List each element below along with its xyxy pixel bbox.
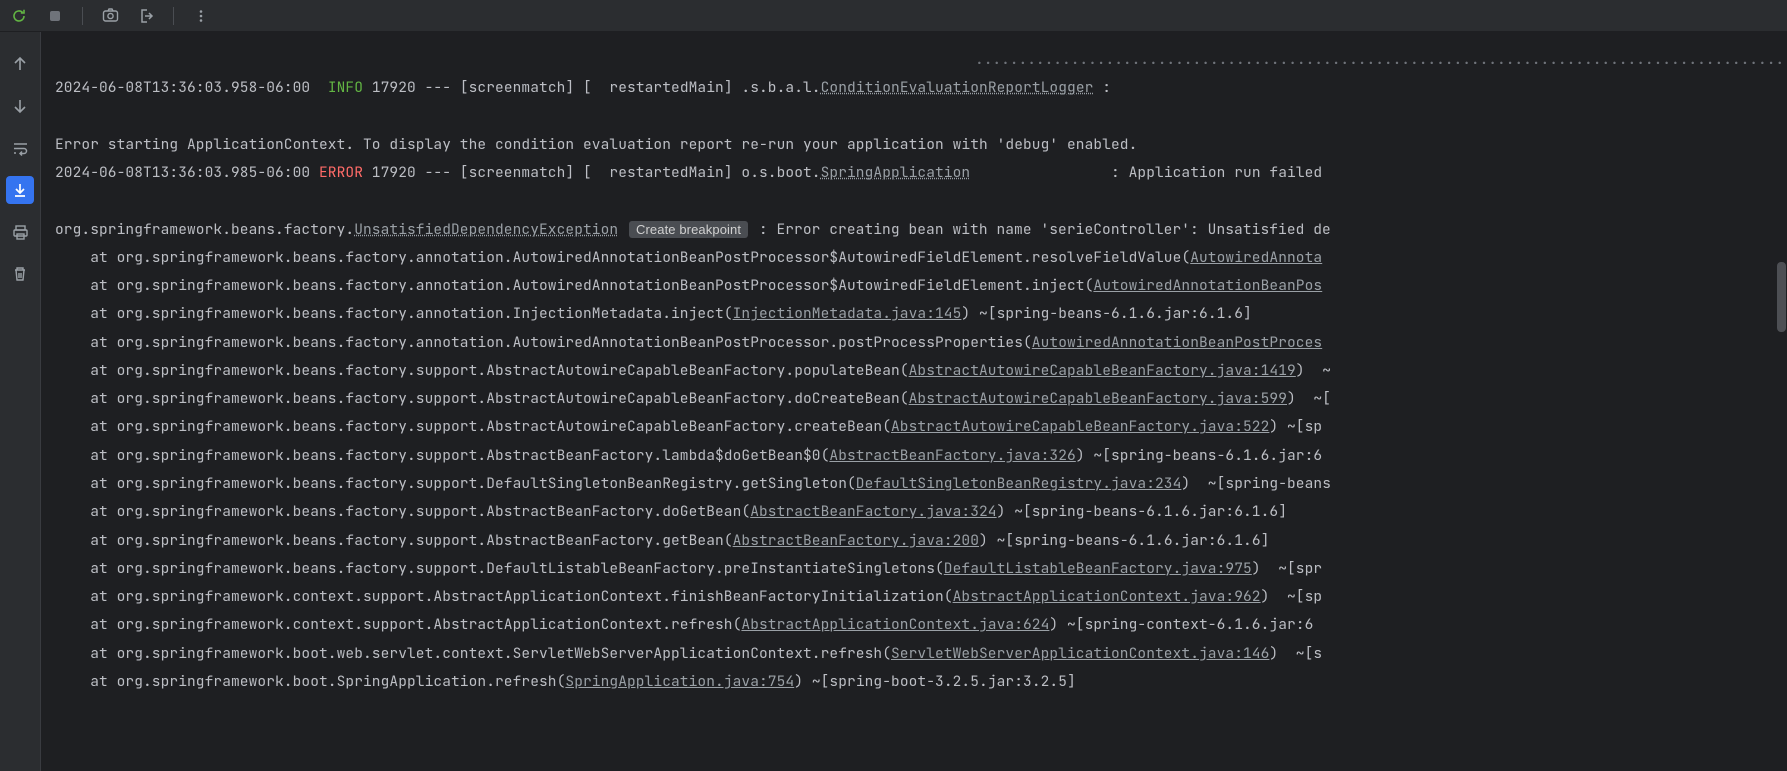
stack-frame: at org.springframework.beans.factory.sup… [55, 527, 1787, 555]
error-summary: Error starting ApplicationContext. To di… [55, 131, 1787, 159]
source-link[interactable]: AbstractBeanFactory.java:200 [733, 531, 979, 550]
create-breakpoint-button[interactable]: Create breakpoint [629, 221, 748, 238]
main-area: ........................................… [0, 32, 1787, 771]
up-stack-button[interactable] [6, 50, 34, 78]
print-button[interactable] [6, 218, 34, 246]
stack-frame: at org.springframework.beans.factory.ann… [55, 272, 1787, 300]
source-link[interactable]: AutowiredAnnota [1190, 248, 1322, 267]
rerun-icon [11, 8, 27, 24]
camera-icon [102, 7, 119, 24]
log-line: 2024-06-08T13:36:03.985-06:00 ERROR 1792… [55, 159, 1787, 187]
log-line: 2024-06-08T13:36:03.958-06:00 INFO 17920… [55, 74, 1787, 102]
stack-frame: at org.springframework.beans.factory.ann… [55, 244, 1787, 272]
console-gutter [0, 32, 40, 771]
stack-frame: at org.springframework.context.support.A… [55, 583, 1787, 611]
console-output[interactable]: ........................................… [41, 32, 1787, 710]
stack-frame: at org.springframework.beans.factory.ann… [55, 329, 1787, 357]
console-wrap: ........................................… [40, 32, 1787, 771]
exit-button[interactable] [135, 5, 157, 27]
toolbar-divider [82, 7, 83, 25]
source-link[interactable]: AbstractAutowireCapableBeanFactory.java:… [909, 389, 1287, 408]
source-link[interactable]: AbstractApplicationContext.java:962 [953, 587, 1261, 606]
logger-link[interactable]: ConditionEvaluationReportLogger [821, 78, 1094, 97]
down-stack-button[interactable] [6, 92, 34, 120]
arrow-up-icon [12, 56, 28, 72]
stack-frame: at org.springframework.beans.factory.sup… [55, 470, 1787, 498]
stack-frame: at org.springframework.context.support.A… [55, 611, 1787, 639]
trash-icon [12, 266, 28, 282]
source-link[interactable]: AbstractBeanFactory.java:324 [750, 502, 996, 521]
source-link[interactable]: AbstractAutowireCapableBeanFactory.java:… [909, 361, 1296, 380]
wrap-icon [12, 140, 29, 157]
toolbar-divider [173, 7, 174, 25]
source-link[interactable]: DefaultSingletonBeanRegistry.java:234 [856, 474, 1182, 493]
clear-button[interactable] [6, 260, 34, 288]
stack-frame: at org.springframework.beans.factory.sup… [55, 413, 1787, 441]
log-level-info: INFO [328, 78, 363, 97]
log-level-error: ERROR [319, 163, 363, 182]
console-toolbar [0, 0, 1787, 32]
scroll-to-end-button[interactable] [6, 176, 34, 204]
camera-button[interactable] [99, 5, 121, 27]
source-link[interactable]: AbstractBeanFactory.java:326 [829, 446, 1075, 465]
stack-frame: at org.springframework.beans.factory.sup… [55, 498, 1787, 526]
stack-frame: at org.springframework.beans.factory.sup… [55, 357, 1787, 385]
source-link[interactable]: AbstractAutowireCapableBeanFactory.java:… [891, 417, 1269, 436]
exception-line: org.springframework.beans.factory.Unsati… [55, 216, 1787, 244]
more-vertical-icon [194, 9, 208, 23]
exception-name-link[interactable]: UnsatisfiedDependencyException [354, 220, 618, 239]
stack-frame: at org.springframework.boot.web.servlet.… [55, 640, 1787, 668]
more-button[interactable] [190, 5, 212, 27]
stop-icon [48, 9, 62, 23]
source-link[interactable]: ServletWebServerApplicationContext.java:… [891, 644, 1269, 663]
source-link[interactable]: InjectionMetadata.java:145 [733, 304, 962, 323]
source-link[interactable]: DefaultListableBeanFactory.java:975 [944, 559, 1252, 578]
source-link[interactable]: AutowiredAnnotationBeanPostProces [1032, 333, 1322, 352]
source-link[interactable]: AbstractApplicationContext.java:624 [741, 615, 1049, 634]
stack-frame: at org.springframework.beans.factory.sup… [55, 385, 1787, 413]
stack-frame: at org.springframework.boot.SpringApplic… [55, 668, 1787, 696]
stack-frame: at org.springframework.beans.factory.ann… [55, 300, 1787, 328]
vertical-scrollbar[interactable] [1777, 262, 1786, 332]
rerun-button[interactable] [8, 5, 30, 27]
stack-frame: at org.springframework.beans.factory.sup… [55, 555, 1787, 583]
soft-wrap-button[interactable] [6, 134, 34, 162]
source-link[interactable]: SpringApplication.java:754 [565, 672, 794, 691]
exit-icon [138, 8, 154, 24]
scroll-end-icon [12, 182, 28, 198]
print-icon [12, 224, 29, 241]
arrow-down-icon [12, 98, 28, 114]
logger-link[interactable]: SpringApplication [821, 163, 971, 182]
stop-button[interactable] [44, 5, 66, 27]
truncation-dots: ........................................… [55, 46, 1787, 74]
stack-frame: at org.springframework.beans.factory.sup… [55, 442, 1787, 470]
source-link[interactable]: AutowiredAnnotationBeanPos [1093, 276, 1322, 295]
